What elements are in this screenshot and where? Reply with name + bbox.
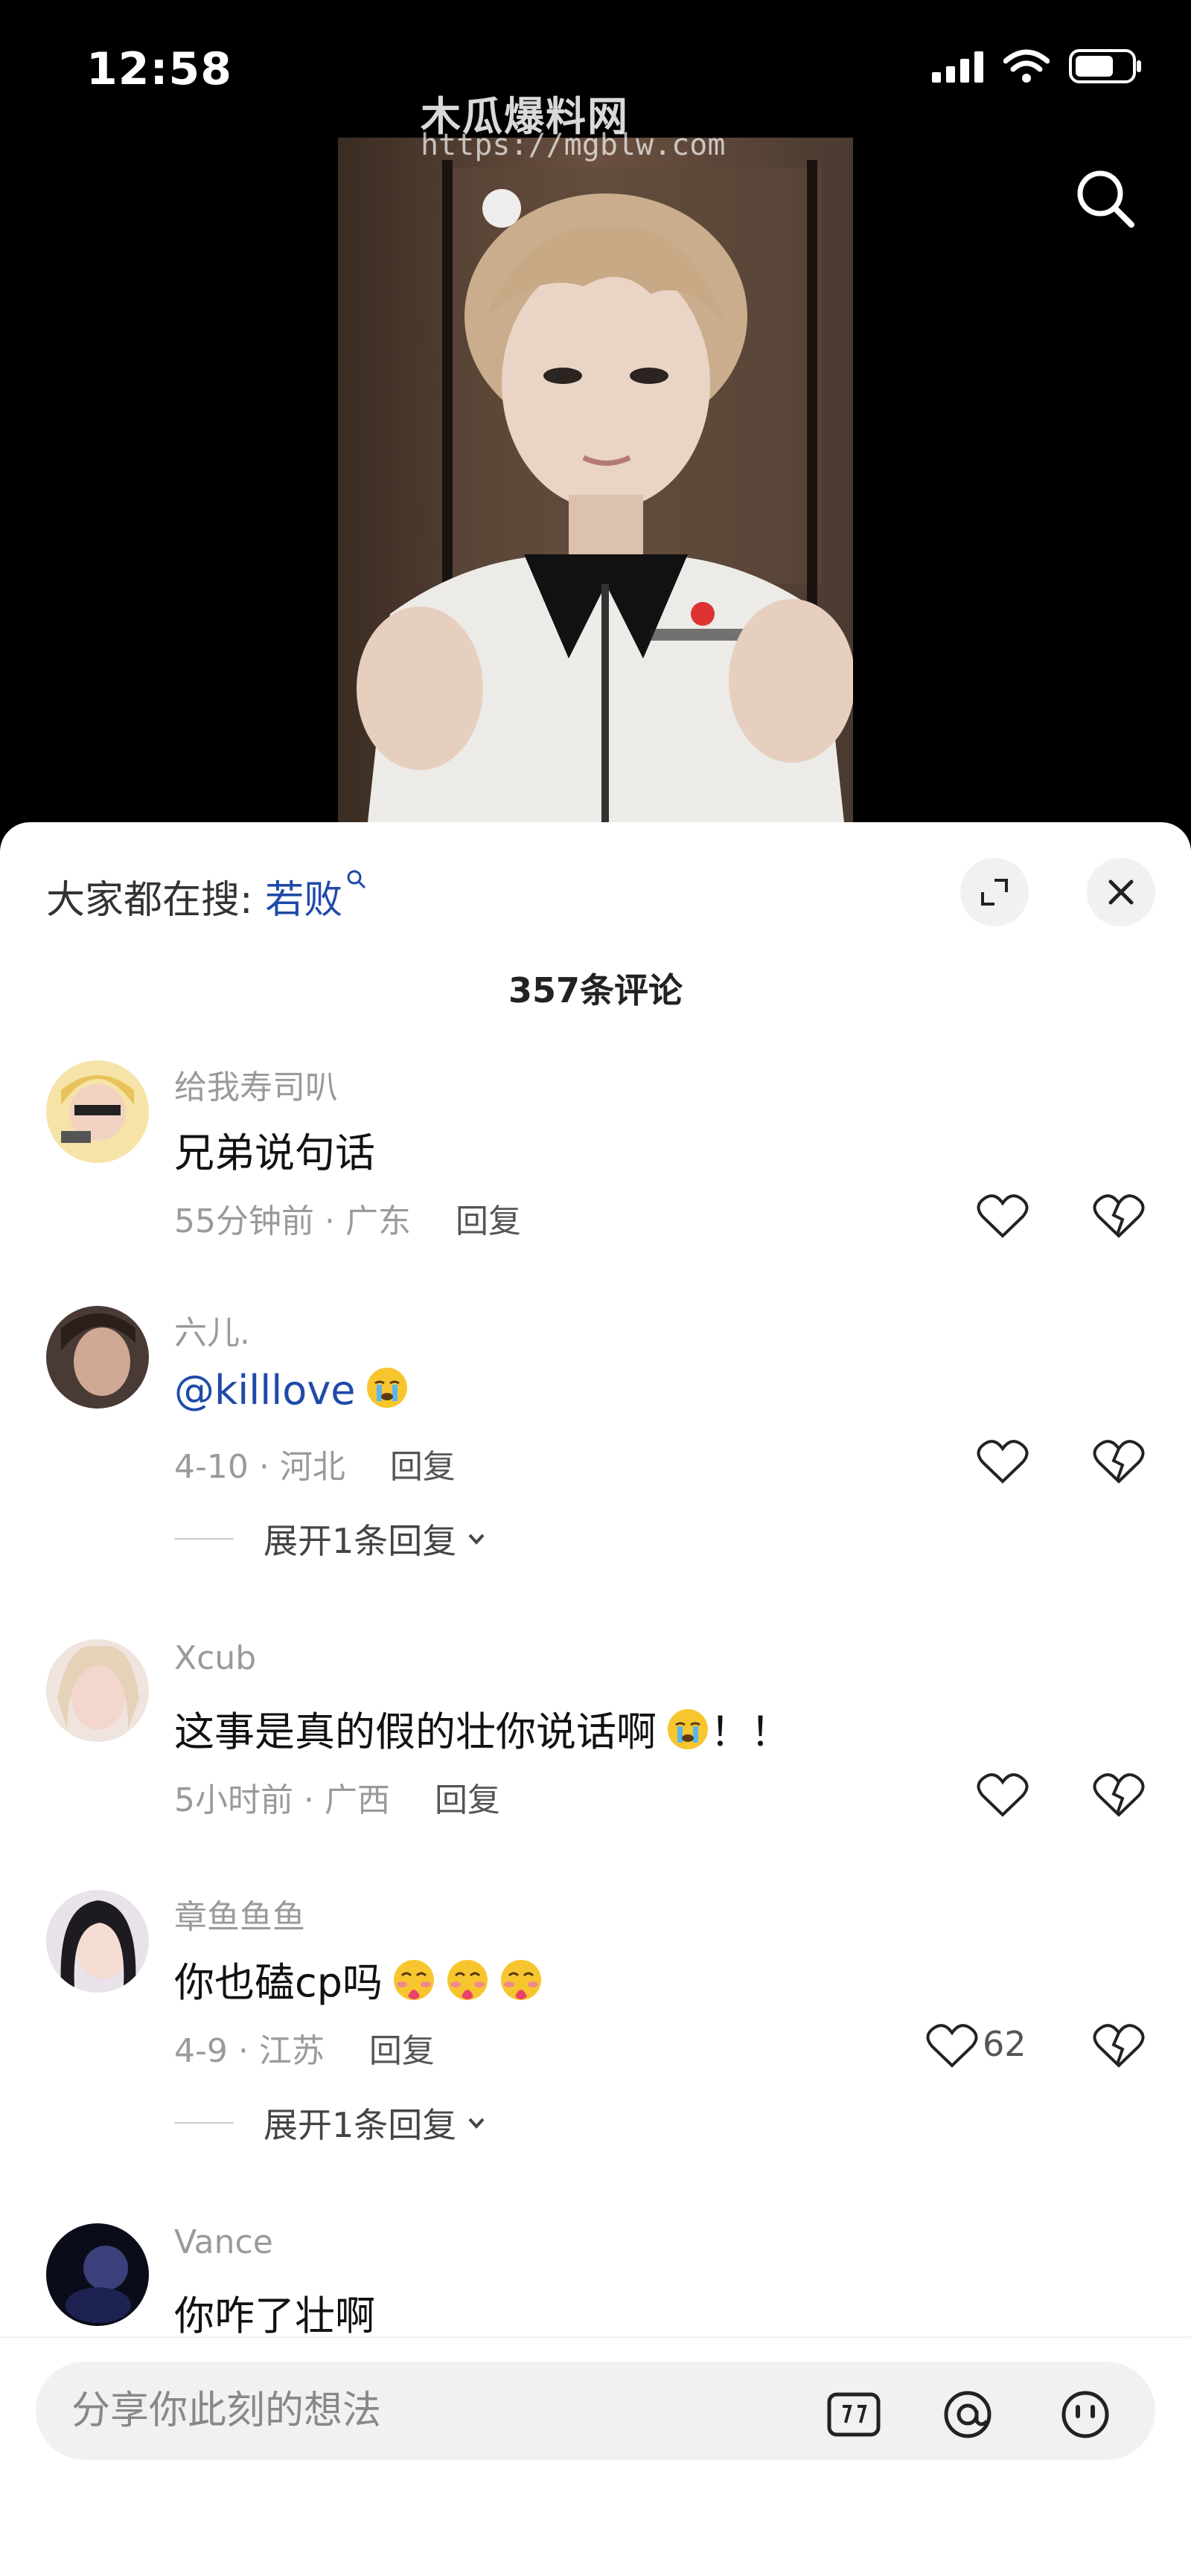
comment-time-location: 55分钟前 · 广东 xyxy=(174,1202,411,1240)
image-icon[interactable] xyxy=(825,2388,884,2441)
avatar[interactable] xyxy=(46,1060,149,1163)
status-icons xyxy=(932,49,1143,83)
divider-line xyxy=(174,2122,234,2124)
search-icon xyxy=(1077,170,1134,228)
status-time: 12:58 xyxy=(86,43,232,95)
chevron-down-icon xyxy=(468,1534,485,1545)
wifi-icon xyxy=(1003,49,1050,83)
comment-input-bar xyxy=(0,2336,1191,2576)
search-small-icon xyxy=(347,870,366,889)
expand-replies-button[interactable]: 展开1条回复 xyxy=(174,1514,489,1563)
divider-line xyxy=(174,1538,234,1539)
comment-username[interactable]: Xcub xyxy=(174,1639,256,1677)
comment-text: 这事是真的假的壮你说话啊 ！！ xyxy=(174,1699,791,1758)
heart-icon[interactable] xyxy=(926,2022,978,2069)
comment-text-body: 你也磕cp吗 xyxy=(174,1959,383,2006)
trending-prefix: 大家都在搜: xyxy=(46,878,266,923)
reply-button[interactable]: 回复 xyxy=(456,1194,521,1242)
reply-button[interactable]: 回复 xyxy=(369,2024,435,2072)
blushing-emoji-icon xyxy=(447,1960,488,2000)
expand-button[interactable] xyxy=(960,858,1029,926)
video-player[interactable] xyxy=(338,138,853,822)
crying-emoji-icon xyxy=(366,1368,407,1408)
emoji-icon[interactable] xyxy=(1056,2388,1115,2441)
heart-icon[interactable] xyxy=(977,1438,1029,1484)
comment-text: 你咋了壮啊 xyxy=(174,2293,375,2339)
crying-emoji-icon xyxy=(668,1709,708,1749)
comment-username[interactable]: Vance xyxy=(174,2223,273,2261)
avatar[interactable] xyxy=(46,1890,149,1993)
comment-meta: 5小时前 · 广西 回复 xyxy=(174,1773,500,1821)
like-count: 62 xyxy=(983,2024,1026,2064)
avatar[interactable] xyxy=(46,2223,149,2326)
trending-keyword[interactable]: 若败 xyxy=(265,878,342,923)
signal-icon xyxy=(932,51,983,83)
comment-meta: 4-9 · 江苏 回复 xyxy=(174,2024,435,2072)
comment-text-suffix: ！！ xyxy=(710,1708,791,1755)
watermark-url: https://mgblw.com xyxy=(421,128,726,162)
close-button[interactable] xyxy=(1087,858,1155,926)
battery-icon xyxy=(1069,49,1141,83)
comment-input[interactable] xyxy=(70,2388,743,2434)
close-icon xyxy=(1108,880,1134,905)
heart-icon[interactable] xyxy=(977,1772,1029,1818)
broken-heart-icon[interactable] xyxy=(1093,1438,1145,1484)
comment-input-box[interactable] xyxy=(36,2362,1155,2460)
comment-text: 兄弟说句话 xyxy=(174,1130,375,1176)
comment-text-body: 这事是真的假的壮你说话啊 xyxy=(174,1708,657,1755)
comment-meta: 4-10 · 河北 回复 xyxy=(174,1440,456,1487)
broken-heart-icon[interactable] xyxy=(1093,1772,1145,1818)
heart-icon[interactable] xyxy=(977,1193,1029,1239)
comment-time-location: 4-9 · 江苏 xyxy=(174,2032,325,2070)
comment-username[interactable]: 六儿. xyxy=(174,1306,250,1353)
broken-heart-icon[interactable] xyxy=(1093,1193,1145,1239)
chevron-down-icon xyxy=(468,2118,485,2129)
broken-heart-icon[interactable] xyxy=(1093,2022,1145,2069)
comment-username[interactable]: 给我寿司叭 xyxy=(174,1060,338,1108)
avatar[interactable] xyxy=(46,1306,149,1409)
video-frame xyxy=(338,138,853,822)
reply-button[interactable]: 回复 xyxy=(435,1773,500,1821)
comment-text: 你也磕cp吗 xyxy=(174,1949,543,2008)
comment-meta: 55分钟前 · 广东 回复 xyxy=(174,1194,521,1242)
comment-username[interactable]: 章鱼鱼鱼 xyxy=(174,1890,305,1938)
comment-time-location: 5小时前 · 广西 xyxy=(174,1781,390,1819)
comment-sheet: 大家都在搜: 若败 357条评论 给我寿司叭 兄弟说句话 55分钟前 · 广东回… xyxy=(0,822,1191,2576)
comment-text: @killlove xyxy=(174,1365,409,1414)
reply-button[interactable]: 回复 xyxy=(390,1440,456,1487)
expand-replies-button[interactable]: 展开1条回复 xyxy=(174,2098,489,2147)
blushing-emoji-icon xyxy=(393,1960,434,2000)
avatar[interactable] xyxy=(46,1639,149,1742)
expand-replies-label: 展开1条回复 xyxy=(264,2105,457,2145)
mention-link[interactable]: @killlove xyxy=(174,1367,356,1414)
comment-time-location: 4-10 · 河北 xyxy=(174,1448,345,1486)
at-icon[interactable] xyxy=(938,2388,997,2441)
search-button[interactable] xyxy=(1072,165,1139,232)
expand-icon xyxy=(981,879,1008,906)
blushing-emoji-icon xyxy=(500,1960,541,2000)
expand-replies-label: 展开1条回复 xyxy=(264,1521,457,1561)
comment-count: 357条评论 xyxy=(508,970,683,1010)
trending-search[interactable]: 大家都在搜: 若败 xyxy=(46,868,368,924)
